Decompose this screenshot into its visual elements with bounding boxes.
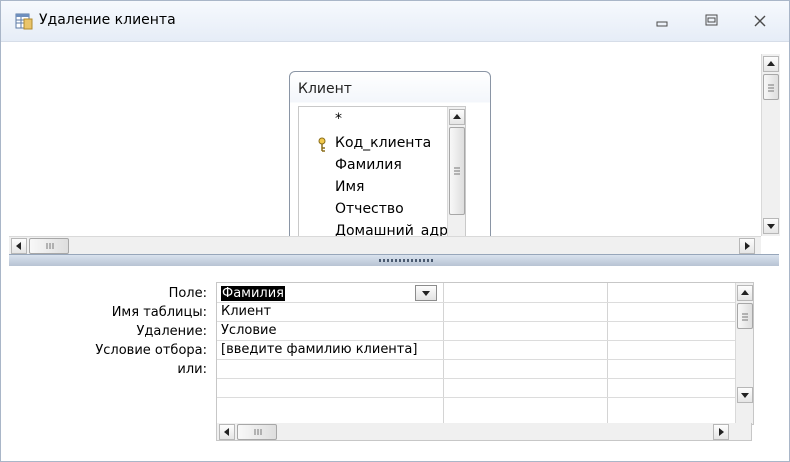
table-cell[interactable]: Клиент xyxy=(217,302,271,321)
query-design-window: Удаление клиента Клиент * Код_клиента Фа… xyxy=(0,0,790,462)
arrow-up-icon xyxy=(453,114,461,119)
minimize-button[interactable] xyxy=(651,11,673,31)
table-diagram-pane[interactable]: Клиент * Код_клиента Фамилия Имя Отчеств… xyxy=(9,42,780,255)
row-label-or: или: xyxy=(177,362,207,377)
grip-icon xyxy=(768,84,774,92)
field-item-patronymic[interactable]: Отчество xyxy=(335,201,404,217)
arrow-down-icon xyxy=(767,224,775,229)
query-grid-pane[interactable]: Поле: Имя таблицы: Удаление: Условие отб… xyxy=(9,266,779,451)
field-item-all[interactable]: * xyxy=(335,111,342,127)
grip-icon xyxy=(454,167,460,175)
field-dropdown-button[interactable] xyxy=(415,285,437,301)
design-grid[interactable]: Фамилия Клиент Условие [введите фамилию … xyxy=(216,282,754,425)
row-label-table: Имя таблицы: xyxy=(111,305,207,320)
grid-row-divider xyxy=(217,359,753,360)
splitter-grip-icon xyxy=(379,259,433,262)
scroll-thumb[interactable] xyxy=(737,303,753,329)
scroll-thumb[interactable] xyxy=(763,74,779,100)
scroll-thumb[interactable] xyxy=(237,424,277,440)
field-item-surname[interactable]: Фамилия xyxy=(335,157,402,173)
scroll-up-button[interactable] xyxy=(763,56,779,72)
arrow-left-icon xyxy=(224,428,229,436)
grip-icon xyxy=(254,429,262,435)
field-list[interactable]: * Код_клиента Фамилия Имя Отчество Домаш… xyxy=(298,106,466,252)
close-icon xyxy=(754,15,766,27)
arrow-left-icon xyxy=(16,242,21,250)
grip-icon xyxy=(46,243,54,249)
chevron-down-icon xyxy=(422,291,430,296)
arrow-up-icon xyxy=(767,61,775,66)
grip-icon xyxy=(742,313,748,321)
field-cell[interactable]: Фамилия xyxy=(217,283,443,302)
scroll-left-button[interactable] xyxy=(219,424,235,440)
grid-row-divider xyxy=(217,302,753,303)
maximize-button[interactable] xyxy=(701,11,723,31)
arrow-down-icon xyxy=(741,393,749,398)
scroll-thumb[interactable] xyxy=(29,238,69,254)
arrow-up-icon xyxy=(741,290,749,295)
table-name: Клиент xyxy=(298,81,352,97)
scroll-down-button[interactable] xyxy=(763,218,779,234)
scroll-right-button[interactable] xyxy=(739,238,755,254)
grid-column[interactable] xyxy=(444,283,608,424)
row-label-criteria: Условие отбора: xyxy=(95,343,207,358)
scroll-up-button[interactable] xyxy=(449,109,465,125)
arrow-right-icon xyxy=(745,242,750,250)
scroll-up-button[interactable] xyxy=(737,285,753,301)
table-field-list[interactable]: Клиент * Код_клиента Фамилия Имя Отчеств… xyxy=(289,71,491,253)
delete-cell[interactable]: Условие xyxy=(217,321,276,340)
field-cell-value[interactable]: Фамилия xyxy=(221,286,285,301)
row-label-field: Поле: xyxy=(168,286,207,301)
query-design-icon xyxy=(15,12,33,30)
diagram-horizontal-scrollbar[interactable] xyxy=(9,236,761,255)
field-list-scrollbar[interactable] xyxy=(447,107,465,252)
row-label-delete: Удаление: xyxy=(136,324,207,339)
minimize-icon xyxy=(656,21,668,27)
grid-column[interactable] xyxy=(608,283,736,424)
diagram-vertical-scrollbar[interactable] xyxy=(761,54,780,236)
arrow-right-icon xyxy=(719,428,724,436)
grid-vertical-scrollbar[interactable] xyxy=(735,283,753,424)
title-bar[interactable]: Удаление клиента xyxy=(1,1,789,42)
close-button[interactable] xyxy=(749,11,771,31)
grid-horizontal-scrollbar[interactable] xyxy=(216,423,752,441)
window-title: Удаление клиента xyxy=(39,12,176,28)
scroll-right-button[interactable] xyxy=(713,424,729,440)
criteria-cell[interactable]: [введите фамилию клиента] xyxy=(217,340,417,359)
scroll-thumb[interactable] xyxy=(449,127,465,215)
primary-key-icon xyxy=(317,137,327,153)
maximize-icon xyxy=(705,14,718,26)
field-item-name[interactable]: Имя xyxy=(335,179,364,195)
grid-row-divider xyxy=(217,321,753,322)
field-item-client-id[interactable]: Код_клиента xyxy=(335,135,431,151)
or-cell[interactable] xyxy=(217,359,221,378)
grid-row-divider xyxy=(217,378,753,379)
scroll-down-button[interactable] xyxy=(737,387,753,403)
scroll-left-button[interactable] xyxy=(11,238,27,254)
grid-row-divider xyxy=(217,397,753,398)
